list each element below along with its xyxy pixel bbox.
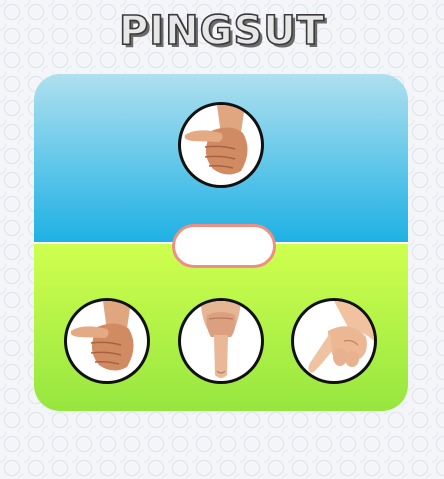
pinky-finger-icon xyxy=(308,301,374,373)
choice-pinky-button[interactable] xyxy=(291,298,377,384)
thumb-hand-icon xyxy=(70,301,134,371)
pointing-finger-icon xyxy=(201,301,241,378)
choice-pointing-button[interactable] xyxy=(178,298,264,384)
game-title: PINGSUT xyxy=(118,7,326,55)
choice-thumb-button[interactable] xyxy=(64,298,150,384)
opponent-hand xyxy=(178,102,264,188)
result-display xyxy=(172,224,276,268)
thumb-hand-icon xyxy=(184,105,248,175)
